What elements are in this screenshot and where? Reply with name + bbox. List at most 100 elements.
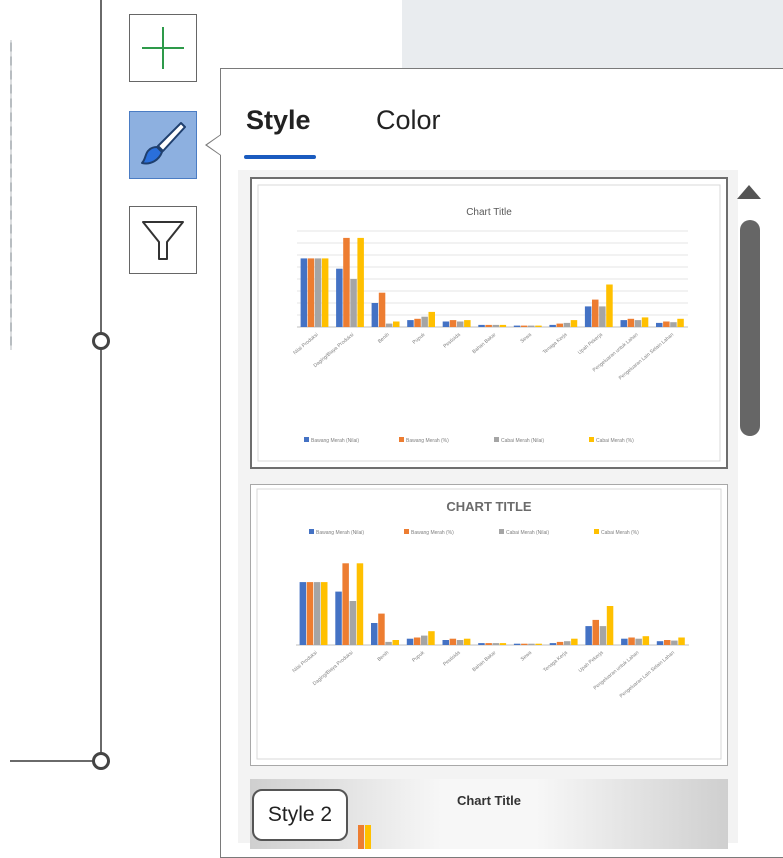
bar-0-3 (321, 258, 329, 327)
paintbrush-icon (141, 122, 186, 165)
dotted-gridline (10, 40, 12, 350)
bar-6-2 (528, 325, 535, 327)
bar-2-1 (378, 292, 386, 327)
chart-filters-button[interactable] (129, 206, 197, 274)
bar-10-1 (664, 640, 671, 645)
bar-3-1 (413, 637, 421, 645)
bar-5-1 (485, 643, 492, 645)
bar-7-2 (563, 322, 571, 327)
bar-5-2 (492, 643, 499, 645)
thumbnail-chart-title: Chart Title (466, 207, 512, 218)
bar-1-1 (343, 237, 350, 327)
bar-3-0 (407, 320, 414, 327)
legend-label: Bawang Merah (Nilai) (316, 530, 364, 536)
bar-0-2 (314, 258, 322, 327)
bar-4-0 (442, 321, 450, 327)
bar-0-3 (321, 582, 328, 645)
bar-4-2 (457, 321, 464, 327)
bar-1-3 (356, 563, 364, 645)
tab-style[interactable]: Style (246, 105, 311, 136)
bar-4-1 (449, 320, 457, 327)
bar-7-3 (570, 320, 578, 327)
bar-4-3 (464, 320, 471, 327)
style-preview-chart-1: Chart Title Nilai ProduksiDaging/Biaya P… (257, 184, 721, 462)
legend-label: Bawang Merah (Nilai) (311, 438, 359, 444)
funnel-icon (142, 221, 184, 260)
bar-3-1 (414, 318, 421, 327)
bar-8-3 (606, 606, 614, 645)
legend-label: Cabai Merah (%) (601, 530, 639, 536)
chart-elements-button[interactable] (129, 14, 197, 82)
legend-swatch (499, 529, 504, 534)
legend-swatch (494, 437, 499, 442)
legend-swatch (309, 529, 314, 534)
bar-4-0 (442, 640, 449, 645)
bar-8-3 (606, 284, 613, 327)
bar-7-1 (556, 323, 563, 327)
bar-2-3 (392, 640, 399, 645)
scroll-up-arrow-icon[interactable] (737, 185, 761, 199)
bar-9-2 (635, 638, 642, 645)
bar-1-3 (357, 237, 364, 327)
bar-7-2 (564, 641, 571, 645)
bar-5-1 (485, 324, 492, 327)
bar-3-0 (406, 638, 414, 645)
bar-10-2 (670, 322, 677, 327)
bar-0-0 (300, 258, 308, 327)
thumbnail-chart-title: Chart Title (457, 793, 521, 808)
bar-5-0 (478, 324, 485, 327)
bar-10-0 (656, 322, 663, 327)
thumbnail-chart-title: CHART TITLE (446, 499, 532, 514)
bar-2-2 (385, 641, 392, 645)
bar-9-0 (620, 320, 627, 327)
bar-1-2 (350, 279, 357, 327)
legend-swatch (594, 529, 599, 534)
bar-7-3 (571, 638, 578, 645)
bar-5-2 (492, 324, 499, 327)
bar-1-0 (335, 591, 342, 645)
tab-color[interactable]: Color (376, 105, 441, 136)
bar-4-1 (449, 638, 457, 645)
bar-10-2 (671, 640, 678, 645)
bar-9-1 (628, 637, 635, 645)
legend-label: Bawang Merah (%) (406, 438, 449, 444)
legend-swatch (304, 437, 309, 442)
bar-3-3 (428, 311, 435, 327)
legend-swatch (589, 437, 594, 442)
bar-6-3 (535, 643, 542, 645)
bar-0-0 (299, 582, 307, 645)
style-tooltip: Style 2 (252, 789, 348, 841)
style-preview-chart-2: CHART TITLE Nilai ProduksiDaging/Biaya P… (256, 488, 722, 760)
bar-9-2 (634, 320, 642, 327)
bar-3-2 (421, 635, 428, 645)
plus-icon (142, 27, 184, 69)
bar-5-3 (499, 324, 507, 327)
bar-8-0 (584, 306, 592, 327)
bar-6-1 (520, 325, 528, 327)
bar-6-1 (521, 643, 528, 645)
legend-label: Cabai Merah (Nilai) (501, 438, 544, 444)
bar-1-0 (336, 268, 343, 327)
chart-styles-button[interactable] (129, 111, 197, 179)
scrollbar-thumb[interactable] (740, 220, 760, 436)
bar-8-2 (599, 626, 607, 645)
bar-7-0 (549, 324, 556, 327)
bar-5-3 (499, 643, 507, 645)
chart-frame-bottom-edge (10, 760, 102, 762)
legend-label: Bawang Merah (%) (411, 530, 454, 536)
bar-2-3 (393, 321, 400, 327)
style-thumbnail-2[interactable]: CHART TITLE Nilai Produksi Daging/Biaya P… (250, 484, 728, 766)
bar-2-0 (371, 623, 378, 645)
resize-handle-left[interactable] (92, 332, 110, 350)
bar-3-2 (421, 316, 428, 327)
bar-8-1 (592, 299, 599, 327)
style-thumbnail-1[interactable]: Chart Title Nilai Produksi Daging/Biaya P… (250, 177, 728, 469)
bar-0-2 (313, 582, 321, 645)
resize-handle-bottom-left[interactable] (92, 752, 110, 770)
legend-label: Cabai Merah (%) (596, 438, 634, 444)
bar-1-2 (349, 601, 357, 645)
legend-swatch (404, 529, 409, 534)
legend-swatch (399, 437, 404, 442)
bar-8-2 (599, 306, 606, 327)
bar-6-2 (528, 643, 535, 645)
